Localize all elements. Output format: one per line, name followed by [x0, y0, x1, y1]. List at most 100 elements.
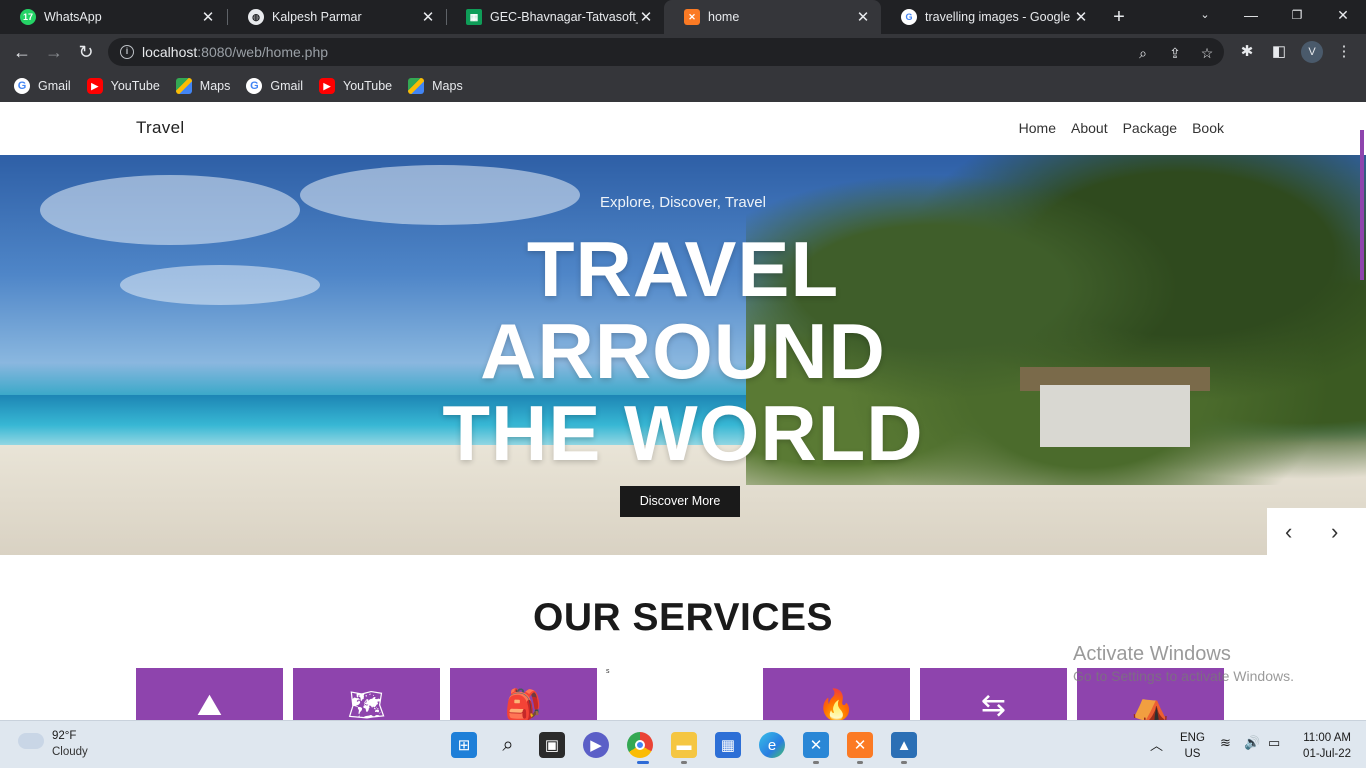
app-indicator [901, 761, 907, 764]
bookmark-label: YouTube [110, 79, 160, 93]
close-window-button[interactable]: ✕ [1320, 0, 1366, 34]
close-icon[interactable]: ✕ [1073, 8, 1089, 26]
nav-home[interactable]: Home [1019, 120, 1056, 136]
weather-condition[interactable]: Cloudy [52, 746, 88, 758]
chrome-icon[interactable] [627, 732, 653, 758]
bookmark-gmail[interactable]: G Gmail [246, 78, 303, 94]
weather-temperature[interactable]: 92°F [52, 730, 76, 742]
nav-package[interactable]: Package [1123, 120, 1177, 136]
zoom-icon[interactable]: ⌕ [1134, 45, 1152, 62]
hero-title-line: TRAVEL [526, 225, 840, 313]
service-card[interactable]: 🗺 [293, 668, 440, 720]
tab-label: travelling images - Google Se [925, 10, 1073, 24]
volume-icon[interactable]: 🔊 [1244, 735, 1260, 751]
forward-arrow-icon[interactable]: → [42, 40, 66, 64]
clock-date: 01-Jul-22 [1303, 748, 1351, 760]
globe-icon: ◍ [248, 9, 264, 25]
restore-button[interactable]: ❐ [1274, 0, 1320, 34]
teams-chat-icon[interactable]: ▶ [583, 732, 609, 758]
sheets-icon: ▦ [466, 9, 482, 25]
hero-slider: Explore, Discover, Travel TRAVEL ARROUND… [0, 155, 1366, 555]
language-code: ENG [1180, 732, 1205, 744]
address-bar[interactable]: i localhost:8080/web/home.php ⌕ ⇪ ☆ [108, 38, 1224, 66]
minimize-button[interactable]: — [1228, 0, 1274, 34]
nav-book[interactable]: Book [1192, 120, 1224, 136]
side-panel-icon[interactable]: ◧ [1269, 42, 1289, 60]
info-icon[interactable]: i [120, 45, 134, 59]
service-card[interactable]: 🔥 [763, 668, 910, 720]
wifi-icon[interactable]: ≋ [1220, 735, 1231, 751]
avatar[interactable]: V [1301, 41, 1323, 63]
site-menu: Home About Package Book [1019, 120, 1224, 136]
bookmark-youtube[interactable]: ▶ YouTube [319, 78, 392, 94]
youtube-icon: ▶ [319, 78, 336, 94]
new-tab-button[interactable]: + [1106, 5, 1132, 29]
chevron-right-icon[interactable]: › [1331, 519, 1338, 545]
photos-icon[interactable]: ▲ [891, 732, 917, 758]
hero-title-line: THE WORLD [442, 389, 924, 477]
mountain-icon: ⛰ [196, 689, 223, 720]
tab-whatsapp[interactable]: 17 WhatsApp ✕ [0, 0, 226, 34]
close-icon[interactable]: ✕ [855, 8, 871, 26]
service-card[interactable]: ⇆ [920, 668, 1067, 720]
xampp-icon: ✕ [684, 9, 700, 25]
service-card[interactable]: ⛰ [136, 668, 283, 720]
edge-icon[interactable]: e [759, 732, 785, 758]
bookmark-maps[interactable]: Maps [175, 78, 230, 94]
language-indicator[interactable]: ENG US [1180, 730, 1205, 762]
chevron-left-icon[interactable]: ‹ [1285, 519, 1292, 545]
nav-about[interactable]: About [1071, 120, 1108, 136]
services-title: OUR SERVICES [532, 596, 834, 639]
maps-icon [408, 78, 425, 94]
scrollbar-thumb[interactable] [1360, 130, 1364, 280]
service-card[interactable]: 🎒 [450, 668, 597, 720]
google-icon: G [901, 9, 917, 25]
close-icon[interactable]: ✕ [420, 8, 436, 26]
file-explorer-icon[interactable]: ▬ [671, 732, 697, 758]
close-icon[interactable]: ✕ [638, 8, 654, 26]
hero-title: TRAVEL ARROUND THE WORLD [0, 228, 1366, 474]
search-icon[interactable]: ⌕ [495, 732, 521, 758]
discover-more-button[interactable]: Discover More [620, 486, 740, 517]
tab-travelling-images[interactable]: G travelling images - Google Se ✕ [881, 0, 1099, 34]
tab-kalpesh-parmar[interactable]: ◍ Kalpesh Parmar ✕ [228, 0, 446, 34]
tab-home[interactable]: ✕ home ✕ [664, 0, 881, 34]
app-indicator [857, 761, 863, 764]
store-icon[interactable]: ▦ [715, 732, 741, 758]
reload-icon[interactable]: ↻ [74, 40, 98, 64]
stray-text: s [606, 668, 610, 675]
tab-label: home [708, 10, 740, 24]
menu-kebab-icon[interactable]: ⋮ [1334, 42, 1354, 60]
vscode-icon[interactable]: ✕ [803, 732, 829, 758]
task-view-icon[interactable]: ▣ [539, 732, 565, 758]
battery-icon[interactable]: ▭ [1268, 735, 1280, 751]
bookmarks-bar: G Gmail ▶ YouTube Maps G Gmail ▶ YouTube Map… [0, 70, 1366, 102]
site-brand[interactable]: Travel [136, 118, 184, 138]
bookmark-gmail[interactable]: G Gmail [14, 78, 71, 94]
active-app-indicator [637, 761, 649, 764]
share-icon[interactable]: ⇪ [1166, 45, 1184, 62]
cloud-weather-icon[interactable] [18, 733, 44, 749]
tab-search-chevron-icon[interactable]: ⌄ [1182, 0, 1228, 34]
slider-controls: ‹ › [1267, 508, 1366, 555]
windows-start-icon[interactable]: ⊞ [451, 732, 477, 758]
close-icon[interactable]: ✕ [200, 8, 216, 26]
site-navbar: Travel Home About Package Book [0, 103, 1366, 155]
bookmark-label: YouTube [343, 79, 393, 93]
tab-label: Kalpesh Parmar [272, 10, 362, 24]
bookmark-youtube[interactable]: ▶ YouTube [86, 78, 160, 94]
watermark-title: Activate Windows [1073, 643, 1231, 665]
chevron-up-icon[interactable]: ︿ [1150, 735, 1163, 754]
bookmark-label: Gmail [270, 79, 304, 93]
xampp-icon[interactable]: ✕ [847, 732, 873, 758]
tab-gec-bhavnagar[interactable]: ▦ GEC-Bhavnagar-Tatvasoft_Int ✕ [446, 0, 664, 34]
clock[interactable]: 11:00 AM 01-Jul-22 [1296, 730, 1351, 762]
bookmark-maps[interactable]: Maps [408, 78, 463, 94]
bookmark-star-icon[interactable]: ☆ [1198, 45, 1216, 62]
url-host: localhost [142, 44, 198, 60]
maps-icon [175, 78, 192, 94]
extensions-icon[interactable]: ✱ [1237, 42, 1257, 60]
tent-icon: ⛺ [1131, 689, 1170, 720]
whatsapp-icon: 17 [20, 9, 36, 25]
back-arrow-icon[interactable]: ← [10, 40, 34, 64]
